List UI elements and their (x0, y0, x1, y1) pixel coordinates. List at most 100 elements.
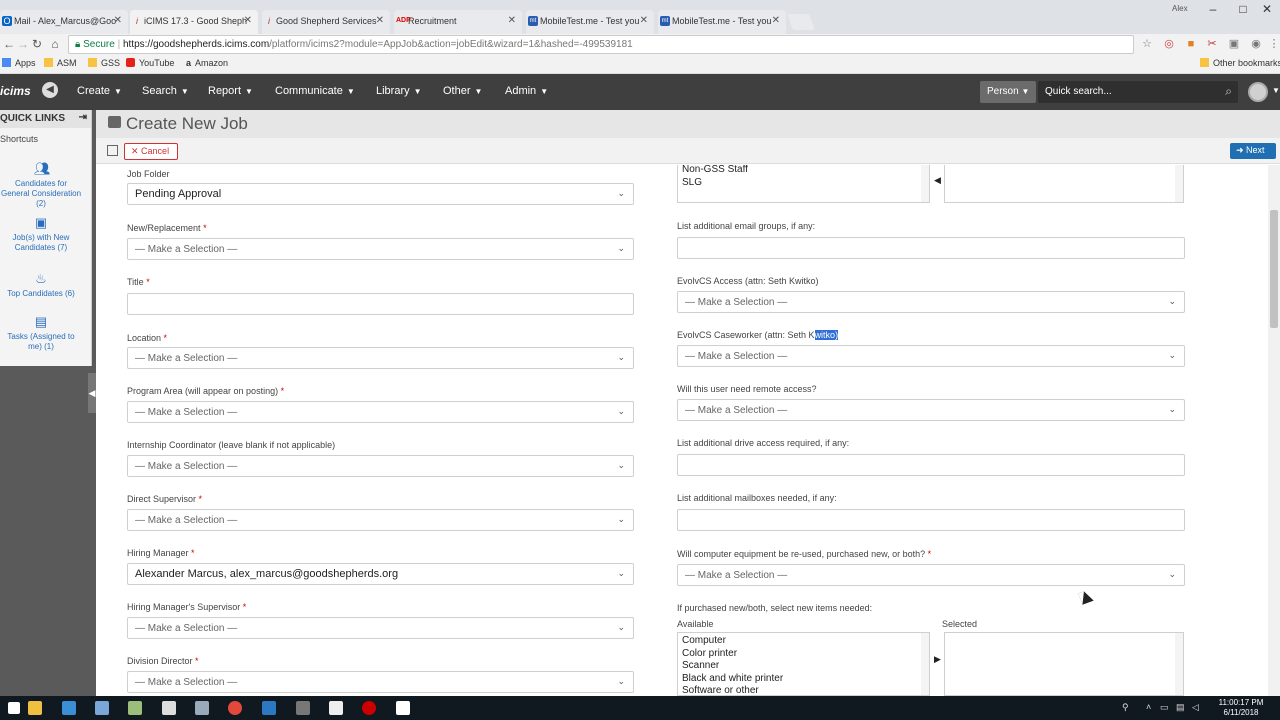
tab-icims[interactable]: i iCIMS 17.3 - Good Sheph ✕ (130, 10, 258, 34)
bookmark-apps[interactable]: Apps (2, 58, 36, 68)
tab-mobiletest-2[interactable]: mt MobileTest.me - Test you ✕ (658, 10, 786, 34)
email-groups-available-list[interactable]: Non-GSS Staff SLG (677, 165, 930, 203)
title-input[interactable] (127, 293, 634, 315)
list-item[interactable]: Computer (682, 635, 929, 648)
quick-link-top-candidates[interactable]: ♨ Top Candidates (6) (0, 272, 82, 299)
clock[interactable]: 11:00:17 PM 6/11/2018 (1210, 698, 1272, 718)
hiring-manager-supervisor-select[interactable]: — Make a Selection — ⌄ (127, 617, 634, 639)
back-icon[interactable]: ← (2, 37, 16, 51)
menu-report[interactable]: Report ▼ (208, 85, 253, 97)
tab-recruitment[interactable]: ADP Recruitment ✕ (394, 10, 522, 34)
new-tab-button[interactable] (787, 14, 815, 30)
menu-create[interactable]: Create ▼ (77, 85, 122, 97)
chrome-icon[interactable] (228, 701, 242, 715)
pin-icon[interactable]: ⇥ (79, 112, 87, 123)
scrollbar[interactable] (1175, 165, 1183, 202)
app-icon[interactable] (329, 701, 343, 715)
evolvcs-caseworker-select[interactable]: — Make a Selection — ⌄ (677, 345, 1185, 367)
evolvcs-access-select[interactable]: — Make a Selection — ⌄ (677, 291, 1185, 313)
hiring-manager-select[interactable]: Alexander Marcus, alex_marcus@goodshephe… (127, 563, 634, 585)
menu-communicate[interactable]: Communicate ▼ (275, 85, 355, 97)
volume-icon[interactable]: ◁ (1192, 702, 1199, 713)
forward-icon[interactable]: → (16, 37, 30, 51)
scrollbar[interactable] (1175, 633, 1183, 695)
close-icon[interactable]: ✕ (508, 15, 516, 26)
list-item[interactable]: Color printer (682, 648, 929, 661)
close-icon[interactable]: ✕ (640, 15, 648, 26)
list-item[interactable]: SLG (682, 177, 929, 190)
file-explorer-icon[interactable] (28, 701, 42, 715)
search-icon[interactable]: ⌕ (1225, 84, 1232, 99)
home-icon[interactable]: ◀ (42, 82, 58, 98)
drive-access-input[interactable] (677, 454, 1185, 476)
bookmark-asm[interactable]: ASM (44, 58, 77, 68)
calculator-icon[interactable] (162, 701, 176, 715)
app-icon[interactable] (296, 701, 310, 715)
remote-access-select[interactable]: — Make a Selection — ⌄ (677, 399, 1185, 421)
home-icon[interactable]: ⌂ (48, 37, 62, 51)
menu-icon[interactable]: ⋮ (1268, 38, 1280, 50)
move-left-icon[interactable]: ◀ (934, 175, 941, 186)
new-items-available-list[interactable]: Computer Color printer Scanner Black and… (677, 632, 930, 696)
email-groups-selected-list[interactable] (944, 165, 1184, 203)
app-icon[interactable] (62, 701, 76, 715)
direct-supervisor-select[interactable]: — Make a Selection — ⌄ (127, 509, 634, 531)
quick-link-general-candidates[interactable]: 👥︎ Candidates for General Consideration … (0, 162, 82, 209)
mailboxes-input[interactable] (677, 509, 1185, 531)
minimize-icon[interactable]: – (1198, 2, 1228, 16)
windows-start-icon[interactable] (8, 702, 20, 714)
new-replacement-select[interactable]: — Make a Selection — ⌄ (127, 238, 634, 260)
quick-search-input[interactable]: Quick search... ⌕ (1038, 81, 1238, 103)
app-icon[interactable] (195, 701, 209, 715)
additional-email-groups-input[interactable] (677, 237, 1185, 259)
bookmark-gss[interactable]: GSS (88, 58, 120, 68)
job-folder-select[interactable]: Pending Approval ⌄ (127, 183, 634, 205)
search-type-select[interactable]: Person ▼ (980, 81, 1036, 103)
layout-icon[interactable] (107, 145, 118, 156)
star-icon[interactable]: ☆ (1141, 38, 1153, 50)
extension-icon[interactable]: ✂ (1206, 38, 1218, 50)
bookmark-youtube[interactable]: YouTube (126, 58, 174, 68)
menu-other[interactable]: Other ▼ (443, 85, 482, 97)
move-right-icon[interactable]: ▶ (934, 654, 941, 665)
program-area-select[interactable]: — Make a Selection — ⌄ (127, 401, 634, 423)
close-icon[interactable]: ✕ (772, 15, 780, 26)
collapse-sidebar-handle[interactable]: ◀ (88, 373, 96, 413)
chevron-up-icon[interactable]: ˄ (1146, 702, 1151, 712)
network-icon[interactable]: ▤ (1176, 702, 1185, 713)
profile-name[interactable]: Alex (1172, 4, 1188, 13)
extension-icon[interactable]: ◎ (1163, 38, 1175, 50)
tab-mail[interactable]: O Mail - Alex_Marcus@Goo ✕ (0, 10, 128, 34)
new-items-selected-list[interactable] (944, 632, 1184, 696)
menu-library[interactable]: Library ▼ (376, 85, 422, 97)
scrollbar-thumb[interactable] (1270, 210, 1278, 328)
close-icon[interactable]: ✕ (244, 15, 252, 26)
app-icon[interactable] (95, 701, 109, 715)
tab-good-shepherd[interactable]: i Good Shepherd Services ✕ (262, 10, 390, 34)
extension-icon[interactable]: ■ (1185, 38, 1197, 50)
extension-icon[interactable]: ▣ (1228, 38, 1240, 50)
equipment-select[interactable]: — Make a Selection — ⌄ (677, 564, 1185, 586)
division-director-select[interactable]: — Make a Selection — ⌄ (127, 671, 634, 693)
icims-logo[interactable]: icims (0, 84, 31, 98)
list-item[interactable]: Black and white printer (682, 673, 929, 686)
url-field[interactable]: 🔒︎ Secure | https://goodshepherds.icims.… (68, 35, 1134, 54)
quick-link-new-candidates[interactable]: ▣ Job(s) with New Candidates (7) (0, 216, 82, 253)
next-button[interactable]: ➜ Next (1230, 143, 1276, 159)
close-icon[interactable]: ✕ (114, 15, 122, 26)
chevron-down-icon[interactable]: ▼ (1272, 86, 1280, 95)
internship-coordinator-select[interactable]: — Make a Selection — ⌄ (127, 455, 634, 477)
bookmark-amazon[interactable]: a Amazon (186, 58, 228, 68)
extension-icon[interactable]: ◉ (1250, 38, 1262, 50)
record-icon[interactable] (362, 701, 376, 715)
app-icon[interactable] (128, 701, 142, 715)
scrollbar[interactable] (921, 165, 929, 202)
menu-admin[interactable]: Admin ▼ (505, 85, 548, 97)
list-item[interactable]: Scanner (682, 660, 929, 673)
battery-icon[interactable]: ▭ (1160, 702, 1169, 713)
close-icon[interactable]: ✕ (376, 15, 384, 26)
bookmark-other[interactable]: Other bookmarks (1200, 58, 1280, 68)
app-icon[interactable] (396, 701, 410, 715)
list-item[interactable]: Non-GSS Staff (682, 165, 929, 177)
quick-link-tasks[interactable]: ▤ Tasks (Assigned to me) (1) (0, 315, 82, 352)
